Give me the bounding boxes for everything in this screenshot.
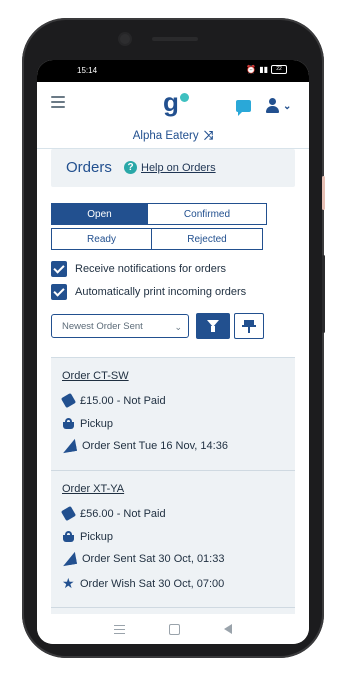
sent-text: Order Sent Sat 30 Oct, 01:33 (82, 553, 225, 565)
pin-button[interactable] (234, 313, 264, 339)
order-method: Pickup (62, 417, 113, 430)
autoprint-label: Automatically print incoming orders (75, 286, 247, 298)
tab-ready[interactable]: Ready (51, 228, 152, 250)
basket-icon (62, 530, 75, 543)
help-link[interactable]: ? Help on Orders (124, 161, 216, 174)
sort-selected-value: Newest Order Sent (62, 321, 143, 332)
star-icon: ★ (62, 575, 75, 591)
order-link[interactable]: Order CT-SW (62, 370, 129, 382)
user-menu-icon[interactable]: ⌄ (265, 98, 291, 114)
home-icon[interactable] (169, 623, 180, 635)
orders-list: Order CT-SW £15.00 - Not Paid Pickup Ord… (51, 357, 295, 614)
order-card[interactable]: Order XT-YA £56.00 - Not Paid Pickup Ord… (51, 471, 295, 608)
earpiece-speaker (152, 37, 198, 41)
battery-icon: 22 (271, 65, 287, 74)
app-header: g ⌄ (37, 82, 309, 125)
ticket-icon (60, 392, 77, 409)
order-method: Pickup (62, 530, 113, 543)
logo-letter: g (163, 87, 179, 117)
phone-screen: 15:14 ⏰ ▮▮ 22 g ⌄ Alpha Eatery ⤨ Orders ?… (37, 60, 309, 644)
front-camera (120, 34, 130, 44)
side-button (322, 176, 325, 210)
side-button (322, 255, 325, 333)
method-text: Pickup (80, 417, 114, 430)
alarm-icon: ⏰ (246, 65, 257, 74)
autoprint-checkbox[interactable] (51, 284, 67, 300)
restaurant-name: Alpha Eatery (132, 130, 199, 142)
orders-content: Orders ? Help on Orders Open Confirmed R… (37, 149, 309, 614)
recent-apps-icon[interactable] (114, 624, 125, 634)
sort-select[interactable]: Newest Order Sent ⌄ (51, 314, 189, 338)
status-icons: ⏰ ▮▮ 22 (246, 65, 287, 74)
filter-button[interactable] (196, 313, 230, 339)
logo-dot (179, 93, 189, 102)
back-icon[interactable] (224, 624, 232, 634)
payment-text: £56.00 - Not Paid (80, 507, 166, 520)
payment-text: £15.00 - Not Paid (80, 394, 166, 407)
paper-plane-icon (61, 551, 77, 567)
paper-plane-icon (61, 438, 77, 454)
tab-open[interactable]: Open (51, 203, 148, 225)
status-bar: 15:14 ⏰ ▮▮ 22 (37, 60, 309, 82)
order-payment: £56.00 - Not Paid (60, 505, 166, 522)
chevron-down-icon: ⌄ (174, 322, 182, 332)
notifications-checkbox[interactable] (51, 261, 67, 277)
app-logo[interactable]: g (163, 87, 189, 117)
shuffle-icon: ⤨ (203, 128, 214, 142)
notifications-option[interactable]: Receive notifications for orders (51, 261, 226, 277)
order-wish: ★ Order Wish Sat 30 Oct, 07:00 (62, 575, 225, 591)
method-text: Pickup (80, 530, 114, 543)
status-time: 15:14 (77, 66, 98, 75)
restaurant-switcher[interactable]: Alpha Eatery ⤨ (37, 124, 309, 149)
wish-text: Order Wish Sat 30 Oct, 07:00 (80, 577, 225, 590)
order-sent: Order Sent Tue 16 Nov, 14:36 (61, 438, 228, 454)
order-card[interactable]: Order CT-SW £15.00 - Not Paid Pickup Ord… (51, 358, 295, 471)
help-link-label: Help on Orders (141, 161, 216, 174)
order-payment: £15.00 - Not Paid (60, 392, 166, 409)
chevron-down-icon: ⌄ (283, 101, 292, 112)
sent-text: Order Sent Tue 16 Nov, 14:36 (82, 440, 228, 452)
signal-icon: ▮▮ (259, 65, 268, 74)
tab-confirmed[interactable]: Confirmed (147, 203, 267, 225)
tab-rejected[interactable]: Rejected (151, 228, 263, 250)
android-nav-bar (37, 614, 309, 644)
basket-icon (62, 417, 75, 430)
order-sent: Order Sent Sat 30 Oct, 01:33 (61, 551, 225, 567)
page-title-box: Orders ? Help on Orders (51, 149, 295, 187)
order-link[interactable]: Order XT-YA (62, 483, 124, 495)
chat-icon[interactable] (236, 100, 251, 116)
menu-icon[interactable] (51, 96, 65, 111)
notifications-label: Receive notifications for orders (75, 263, 227, 275)
help-icon: ? (124, 161, 137, 174)
page-title: Orders (66, 159, 112, 176)
ticket-icon (60, 505, 77, 522)
autoprint-option[interactable]: Automatically print incoming orders (51, 284, 246, 300)
